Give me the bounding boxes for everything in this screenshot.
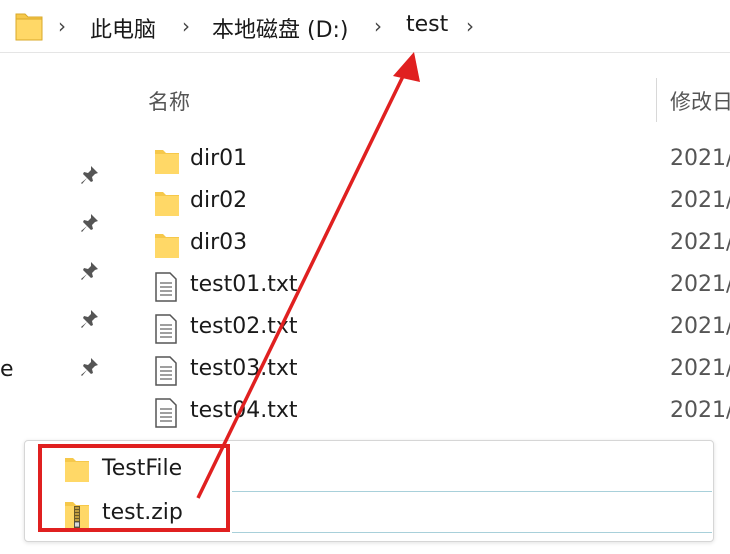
folder-icon [155, 150, 179, 174]
file-name: test04.txt [190, 398, 298, 423]
breadcrumb-test[interactable]: test [406, 12, 448, 37]
chevron-right-icon: › [58, 14, 66, 38]
file-name: test01.txt [190, 272, 298, 297]
file-name: dir01 [190, 146, 248, 171]
file-name: dir02 [190, 188, 248, 213]
address-bar[interactable]: › 此电脑 › 本地磁盘 (D:) › test › [0, 0, 730, 53]
file-date: 2021/ [670, 314, 730, 339]
text-file-icon [155, 398, 177, 428]
list-item[interactable]: test04.txt 2021/ [148, 392, 730, 432]
list-item[interactable]: test01.txt 2021/ [148, 266, 730, 306]
pin-icon[interactable] [80, 356, 100, 378]
highlight-box [38, 444, 230, 532]
pin-icon[interactable] [80, 308, 100, 330]
list-item[interactable]: dir03 2021/ [148, 224, 730, 264]
column-header-date[interactable]: 修改日 [670, 86, 730, 116]
file-name: test02.txt [190, 314, 298, 339]
pin-icon[interactable] [80, 164, 100, 186]
list-item[interactable]: test03.txt 2021/ [148, 350, 730, 390]
file-date: 2021/ [670, 272, 730, 297]
file-name: test03.txt [190, 356, 298, 381]
breadcrumb-this-pc[interactable]: 此电脑 [90, 12, 156, 44]
file-date: 2021/ [670, 146, 730, 171]
file-date: 2021/ [670, 188, 730, 213]
file-date: 2021/ [670, 356, 730, 381]
file-date: 2021/ [670, 398, 730, 423]
column-divider[interactable] [656, 78, 657, 122]
text-file-icon [155, 314, 177, 344]
text-file-icon [155, 272, 177, 302]
list-item[interactable]: dir01 2021/ [148, 140, 730, 180]
nav-item-label[interactable]: e [0, 357, 14, 382]
breadcrumb-local-disk[interactable]: 本地磁盘 (D:) [212, 12, 349, 44]
file-date: 2021/ [670, 230, 730, 255]
folder-icon [155, 234, 179, 258]
folder-icon [15, 13, 43, 41]
file-name: dir03 [190, 230, 248, 255]
column-header-name[interactable]: 名称 [148, 86, 190, 116]
chevron-right-icon: › [182, 14, 190, 38]
chevron-right-icon: › [374, 14, 382, 38]
list-item[interactable]: test02.txt 2021/ [148, 308, 730, 348]
folder-icon [155, 192, 179, 216]
pin-icon[interactable] [80, 212, 100, 234]
list-item[interactable]: dir02 2021/ [148, 182, 730, 222]
panel-divider [232, 532, 712, 533]
chevron-right-icon[interactable]: › [466, 14, 474, 38]
pin-icon[interactable] [80, 260, 100, 282]
text-file-icon [155, 356, 177, 386]
panel-divider [232, 491, 712, 492]
